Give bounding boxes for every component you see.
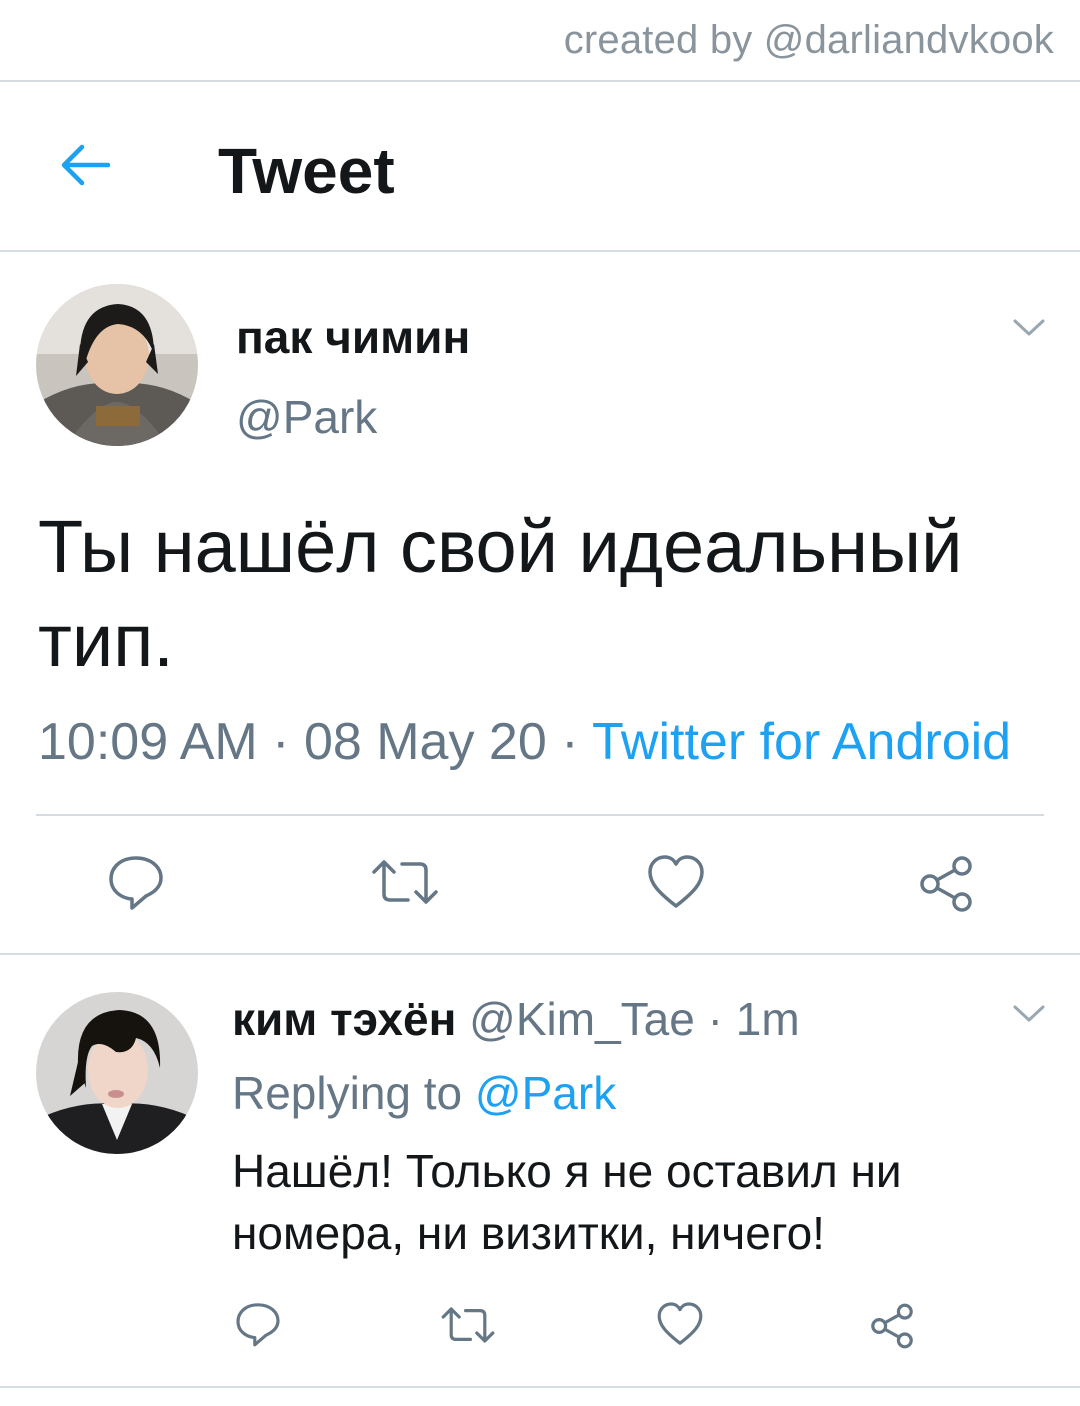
tweet-header: Tweet (0, 82, 1080, 250)
author-handle[interactable]: @Park (236, 390, 377, 444)
bottom-divider (0, 1386, 1080, 1388)
like-icon[interactable] (646, 852, 706, 917)
header-divider (0, 250, 1080, 252)
share-icon[interactable] (916, 854, 976, 919)
reply-text: Нашёл! Только я не оставил ни номера, ни… (232, 1145, 902, 1259)
watermark-credit: created by @darliandvkook (563, 18, 1054, 62)
back-arrow-icon[interactable] (56, 140, 114, 190)
reply-icon[interactable] (234, 1300, 282, 1353)
tweet-date: 08 May 20 (303, 713, 547, 771)
meta-separator: · (546, 713, 593, 771)
reply-author-name[interactable]: ким тэхён (232, 993, 456, 1045)
meta-separator: · (694, 993, 736, 1045)
like-icon[interactable] (656, 1300, 704, 1353)
replying-to-link[interactable]: @Park (475, 1067, 616, 1119)
meta-divider (36, 814, 1044, 816)
replying-to: Replying to @Park (232, 1066, 616, 1120)
tweet-time: 10:09 AM (38, 713, 258, 771)
avatar[interactable] (36, 992, 198, 1154)
tweet-divider (0, 953, 1080, 955)
retweet-icon[interactable] (370, 854, 440, 915)
chevron-down-icon[interactable] (1012, 1004, 1046, 1024)
author-name[interactable]: пак чимин (236, 310, 470, 364)
replying-prefix: Replying to (232, 1067, 463, 1119)
reply-age: 1m (735, 993, 800, 1045)
avatar[interactable] (36, 284, 198, 446)
retweet-icon[interactable] (440, 1302, 496, 1353)
chevron-down-icon[interactable] (1012, 318, 1046, 338)
reply-header: ким тэхён @Kim_Tae · 1m (232, 992, 800, 1046)
share-icon[interactable] (868, 1302, 916, 1355)
reply-icon[interactable] (106, 852, 166, 917)
tweet-text: Ты нашёл свой идеальный тип. (38, 505, 963, 682)
tweet-source-link[interactable]: Twitter for Android (592, 713, 1011, 771)
meta-separator: · (257, 713, 304, 771)
page-title: Tweet (218, 135, 395, 207)
tweet-meta: 10:09 AM · 08 May 20 · Twitter for Andro… (38, 712, 1011, 772)
reply-author-handle[interactable]: @Kim_Tae (469, 993, 695, 1045)
